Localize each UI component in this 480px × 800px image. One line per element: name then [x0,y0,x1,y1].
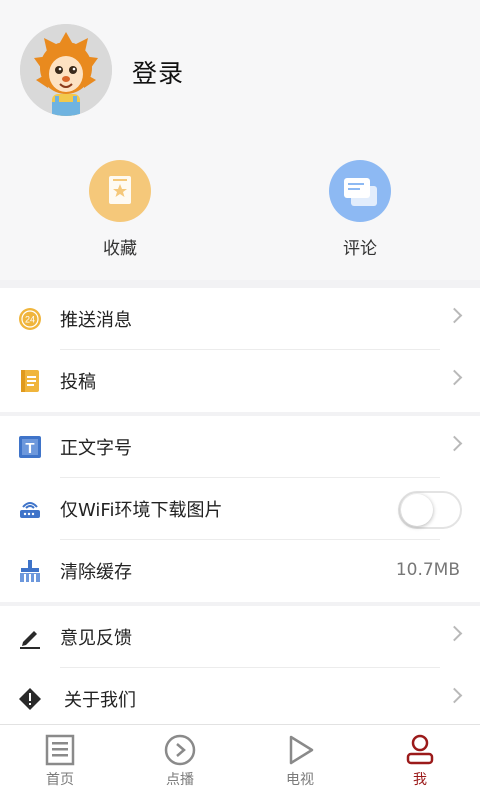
chevron-right-icon [446,625,463,642]
broom-icon [18,559,42,583]
tab-me-label: 我 [413,772,427,788]
cache-size-value: 10.7MB [395,560,460,580]
login-label[interactable]: 登录 [132,54,184,90]
tab-tv[interactable]: 电视 [240,733,360,789]
chevron-right-icon [446,369,463,386]
wifi-images-label: 仅WiFi环境下载图片 [60,500,223,521]
favorites-label: 收藏 [103,239,137,259]
info-diamond-icon [18,687,42,711]
tab-me[interactable]: 我 [360,733,480,789]
submit-label: 投稿 [60,372,96,393]
toggle-knob [401,494,433,526]
comments-button[interactable]: 评论 [300,160,420,259]
clear-cache-label: 清除缓存 [60,562,132,583]
tab-home[interactable]: 首页 [0,733,120,789]
menu-item-push[interactable]: 24 推送消息 [0,288,480,350]
menu-section-settings: T 正文字号 仅WiFi环境下载图片 清除缓存 10.7MB [0,416,480,602]
favorites-icon [89,160,151,222]
menu-item-feedback[interactable]: 意见反馈 [0,606,480,668]
lion-avatar-icon [20,24,112,116]
tab-tv-label: 电视 [286,772,314,788]
menu-item-about[interactable]: 关于我们 [0,668,480,724]
play-circle-icon [163,733,197,767]
text-size-icon: T [18,435,42,459]
notification-24-icon: 24 [18,307,42,331]
wifi-router-icon [18,497,42,521]
about-label: 关于我们 [64,690,136,711]
play-triangle-icon [283,733,317,767]
user-icon [403,733,437,767]
me-screen: 登录 收藏 评论 24 推送消息 投稿 T 正文字号 仅WiFi环境下载图片 清… [0,0,480,800]
favorites-button[interactable]: 收藏 [60,160,180,259]
svg-text:T: T [25,440,34,457]
tab-vod[interactable]: 点播 [120,733,240,789]
pencil-icon [18,625,42,649]
font-size-label: 正文字号 [60,438,132,459]
menu-item-wifi-images: 仅WiFi环境下载图片 [0,478,480,540]
chevron-right-icon [446,435,463,452]
profile-header: 登录 收藏 评论 [0,0,480,280]
menu-item-clear-cache[interactable]: 清除缓存 10.7MB [0,540,480,602]
tab-vod-label: 点播 [166,772,194,788]
news-icon [43,733,77,767]
tab-home-label: 首页 [46,772,74,788]
svg-text:24: 24 [25,315,35,325]
menu-section-about: 意见反馈 关于我们 [0,606,480,724]
menu-item-submit[interactable]: 投稿 [0,350,480,412]
wifi-images-toggle[interactable] [398,491,462,529]
notebook-icon [18,369,42,393]
chevron-right-icon [446,687,463,704]
menu-item-font-size[interactable]: T 正文字号 [0,416,480,478]
chevron-right-icon [446,307,463,324]
menu-section-content: 24 推送消息 投稿 [0,288,480,412]
feedback-label: 意见反馈 [60,628,132,649]
comments-label: 评论 [343,239,377,259]
avatar[interactable] [20,24,112,116]
bottom-tab-bar: 首页 点播 电视 我 [0,724,480,800]
comments-icon [329,160,391,222]
push-label: 推送消息 [60,310,132,331]
